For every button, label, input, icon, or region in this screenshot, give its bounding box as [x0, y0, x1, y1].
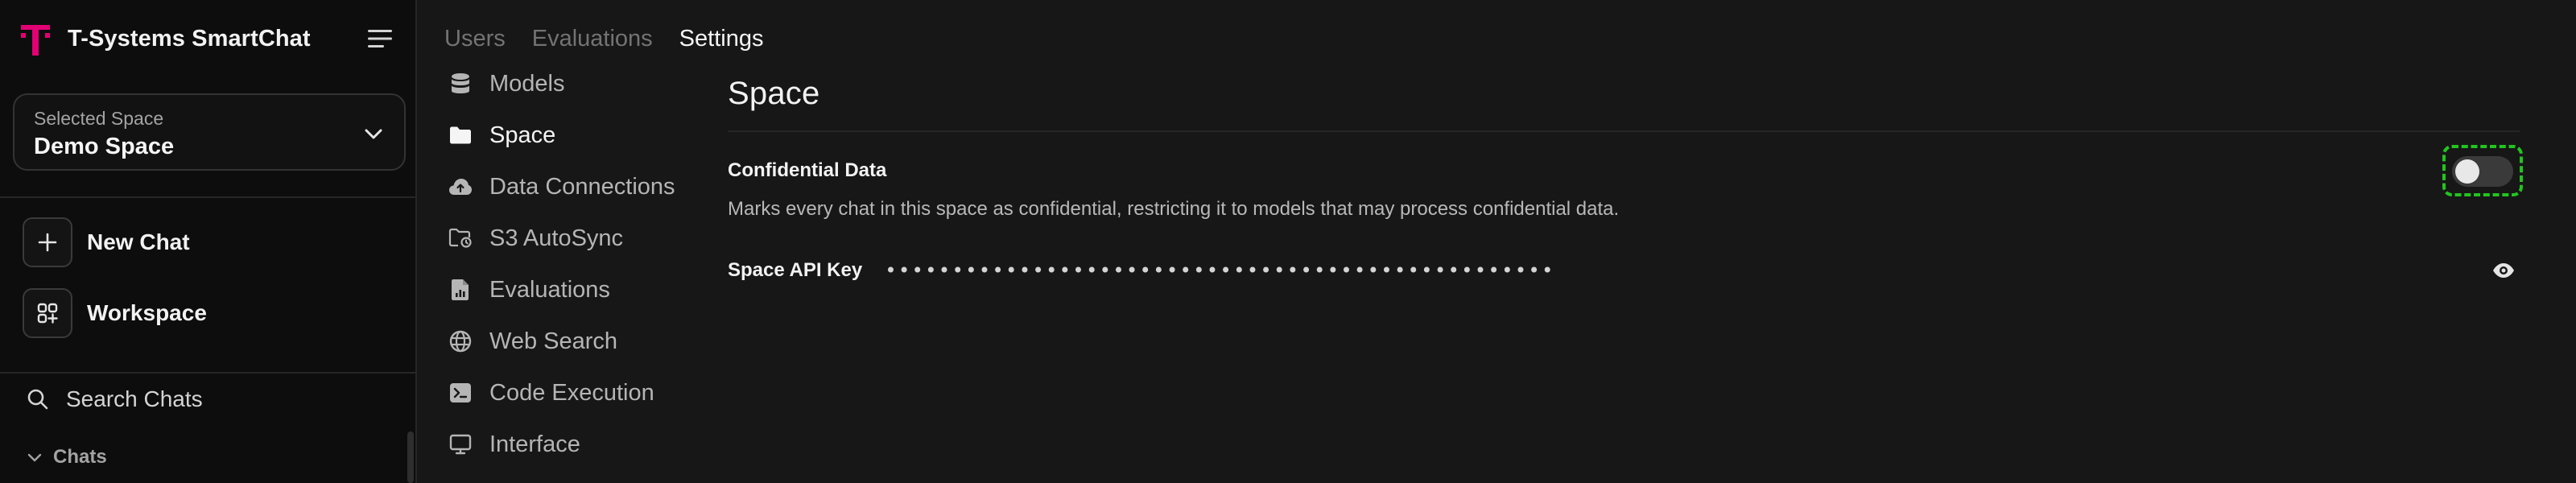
app-name: T-Systems SmartChat: [68, 25, 311, 52]
search-chats-label: Search Chats: [66, 386, 203, 411]
settings-nav-space[interactable]: Space: [448, 119, 555, 151]
space-api-key-row: Space API Key ••••••••••••••••••••••••••…: [728, 254, 2520, 287]
sidebar-divider: [0, 196, 415, 198]
settings-nav-models[interactable]: Models: [448, 68, 565, 100]
chats-section-toggle[interactable]: Chats: [26, 444, 107, 470]
settings-nav-s3-autosync[interactable]: S3 AutoSync: [448, 222, 623, 254]
new-chat-button[interactable]: New Chat: [23, 217, 190, 267]
settings-nav-label: Code Execution: [489, 379, 654, 406]
workspace-button[interactable]: Workspace: [23, 288, 207, 338]
settings-nav-web-search[interactable]: Web Search: [448, 325, 617, 357]
space-settings-panel: Space Confidential Data Marks every chat…: [728, 76, 2523, 282]
space-api-key-value[interactable]: ••••••••••••••••••••••••••••••••••••••••…: [885, 259, 1554, 282]
globe-icon: [448, 328, 473, 354]
search-chats-button[interactable]: Search Chats: [26, 383, 203, 415]
space-api-key-label: Space API Key: [728, 259, 863, 281]
settings-nav-label: Models: [489, 70, 565, 97]
chats-section-label: Chats: [53, 446, 107, 468]
search-icon: [27, 389, 48, 410]
confidential-data-title: Confidential Data: [728, 159, 887, 181]
plus-icon: [23, 217, 72, 267]
sidebar-scrollbar[interactable]: [407, 431, 414, 483]
brand: T-Systems SmartChat: [19, 21, 311, 56]
new-chat-label: New Chat: [87, 229, 190, 254]
settings-nav-data-connections[interactable]: Data Connections: [448, 171, 675, 203]
settings-nav-interface[interactable]: Interface: [448, 428, 580, 460]
workspace-label: Workspace: [87, 300, 207, 325]
space-selector-value: Demo Space: [34, 134, 175, 159]
title-divider: [728, 130, 2520, 132]
folder-icon: [448, 122, 473, 148]
confidential-data-description: Marks every chat in this space as confid…: [728, 198, 1620, 220]
workspace-icon: [23, 288, 72, 338]
settings-nav-label: Data Connections: [489, 173, 675, 200]
settings-nav-label: Evaluations: [489, 276, 610, 303]
database-icon: [448, 71, 473, 97]
settings-nav-label: Web Search: [489, 328, 618, 354]
tab-users[interactable]: Users: [444, 26, 506, 52]
chevron-down-icon: [365, 129, 382, 139]
toggle-knob: [2455, 159, 2479, 184]
show-api-key-button[interactable]: [2491, 258, 2516, 283]
tab-evaluations[interactable]: Evaluations: [532, 26, 653, 52]
chevron-down-icon: [27, 453, 42, 462]
cloud-icon: [448, 174, 473, 200]
settings-nav-label: S3 AutoSync: [489, 225, 624, 251]
settings-nav-label: Interface: [489, 431, 580, 457]
t-logo-icon: [19, 21, 52, 56]
menu-icon: [368, 30, 392, 47]
sidebar: T-Systems SmartChat Selected Space Demo …: [0, 0, 417, 483]
eye-icon: [2493, 263, 2514, 278]
settings-nav-label: Space: [489, 122, 556, 148]
confidential-data-toggle[interactable]: [2452, 156, 2513, 187]
tab-settings[interactable]: Settings: [679, 26, 764, 52]
page-title: Space: [728, 76, 820, 111]
settings-nav-evaluations[interactable]: Evaluations: [448, 274, 610, 306]
sidebar-toggle-button[interactable]: [365, 26, 396, 52]
space-selector[interactable]: Selected Space Demo Space: [13, 93, 406, 171]
monitor-icon: [448, 431, 473, 457]
document-icon: [448, 277, 473, 303]
sidebar-divider: [0, 372, 415, 374]
folder-sync-icon: [448, 225, 473, 251]
space-selector-label: Selected Space: [34, 108, 164, 129]
terminal-icon: [448, 380, 473, 406]
admin-tabs: Users Evaluations Settings: [444, 24, 790, 53]
settings-nav-code-execution[interactable]: Code Execution: [448, 377, 654, 409]
